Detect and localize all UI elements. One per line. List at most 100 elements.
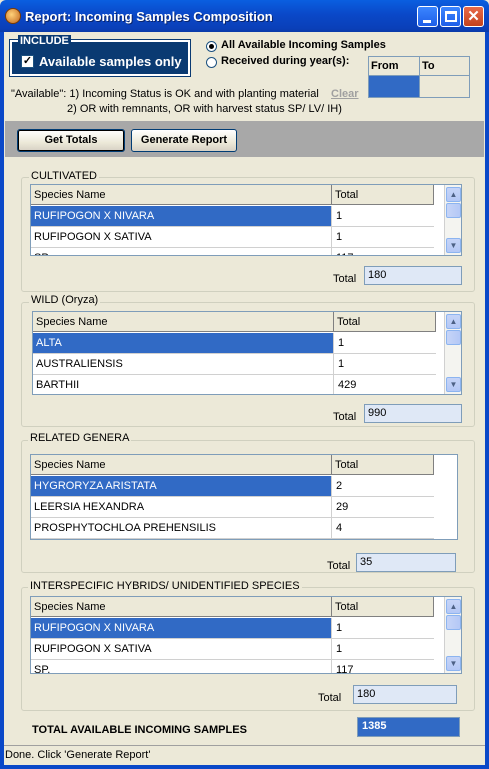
cultivated-total-label: Total bbox=[333, 273, 357, 285]
table-row[interactable]: ALTA 1 bbox=[33, 333, 436, 354]
close-icon: ✕ bbox=[467, 8, 480, 25]
species-cell: SP. bbox=[31, 660, 332, 673]
total-cell: 1 bbox=[336, 643, 343, 655]
years-radio[interactable] bbox=[206, 57, 217, 68]
total-cell: 429 bbox=[338, 379, 357, 391]
table-row[interactable]: LEERSIA HEXANDRA 29 bbox=[31, 497, 434, 518]
wild-scrollbar[interactable]: ▲ ▼ bbox=[444, 312, 461, 394]
scroll-down-icon[interactable]: ▼ bbox=[446, 656, 461, 671]
maximize-icon bbox=[445, 11, 457, 22]
to-header: To bbox=[420, 57, 469, 76]
status-bar: Done. Click 'Generate Report' bbox=[4, 745, 485, 765]
minimize-icon bbox=[423, 20, 431, 23]
scroll-thumb[interactable] bbox=[446, 615, 461, 630]
cultivated-total-value: 180 bbox=[364, 266, 462, 285]
scroll-up-icon[interactable]: ▲ bbox=[446, 599, 461, 614]
scroll-up-icon[interactable]: ▲ bbox=[446, 314, 461, 329]
total-cell: 2 bbox=[336, 480, 343, 492]
total-cell: 1 bbox=[338, 358, 345, 370]
year-range-table: From To bbox=[368, 56, 470, 98]
hybrids-total-label: Total bbox=[318, 692, 342, 704]
species-cell: RUFIPOGON X NIVARA bbox=[31, 206, 332, 226]
scroll-up-icon[interactable]: ▲ bbox=[446, 187, 461, 202]
scroll-down-icon[interactable]: ▼ bbox=[446, 238, 461, 253]
species-cell: LEERSIA HEXANDRA bbox=[31, 497, 332, 517]
species-column-header[interactable]: Species Name bbox=[33, 312, 334, 332]
wild-grid[interactable]: Species Name Total ALTA 1 AUSTRALIENSIS … bbox=[32, 311, 462, 395]
table-row[interactable]: HYGRORYZA ARISTATA 2 bbox=[31, 476, 434, 497]
table-row[interactable]: RUFIPOGON X SATIVA 1 bbox=[31, 227, 434, 248]
total-cell: 4 bbox=[336, 522, 343, 534]
app-icon bbox=[5, 8, 21, 24]
hybrids-title: INTERSPECIFIC HYBRIDS/ UNIDENTIFIED SPEC… bbox=[28, 580, 302, 592]
available-only-label[interactable]: Available samples only bbox=[39, 54, 182, 69]
total-column-header[interactable]: Total bbox=[334, 312, 436, 332]
related-genera-grid[interactable]: Species Name Total HYGRORYZA ARISTATA 2 … bbox=[30, 454, 458, 540]
availability-note-line2: 2) OR with remnants, OR with harvest sta… bbox=[67, 103, 342, 115]
hybrids-scrollbar[interactable]: ▲ ▼ bbox=[444, 597, 461, 673]
species-cell: PROSPHYTOCHLOA PREHENSILIS bbox=[31, 518, 332, 538]
species-column-header[interactable]: Species Name bbox=[31, 185, 332, 205]
close-button[interactable]: ✕ bbox=[463, 6, 484, 27]
total-cell: 117 bbox=[332, 248, 358, 255]
total-cell: 1 bbox=[338, 337, 345, 349]
wild-total-label: Total bbox=[333, 411, 357, 423]
total-cell: 1 bbox=[336, 231, 343, 243]
include-legend: INCLUDE bbox=[18, 35, 71, 47]
species-cell: SP. bbox=[31, 248, 332, 255]
title-bar: Report: Incoming Samples Composition ✕ bbox=[0, 0, 489, 32]
scroll-thumb[interactable] bbox=[446, 330, 461, 345]
table-row[interactable]: RUFIPOGON X SATIVA 1 bbox=[31, 639, 434, 660]
maximize-button[interactable] bbox=[440, 6, 461, 27]
cultivated-title: CULTIVATED bbox=[29, 170, 100, 182]
table-row[interactable]: SP. 117 bbox=[31, 248, 434, 255]
table-row[interactable]: BARTHII 429 bbox=[33, 375, 436, 394]
availability-note-line1: "Available": 1) Incoming Status is OK an… bbox=[11, 88, 319, 100]
grand-total-value: 1385 bbox=[357, 717, 460, 737]
all-samples-label[interactable]: All Available Incoming Samples bbox=[221, 39, 386, 51]
related-genera-total-value: 35 bbox=[356, 553, 456, 572]
total-cell: 117 bbox=[336, 664, 354, 674]
wild-total-value: 990 bbox=[364, 404, 462, 423]
species-cell: AUSTRALIENSIS bbox=[33, 354, 334, 374]
cultivated-scrollbar[interactable]: ▲ ▼ bbox=[444, 185, 461, 255]
species-cell: ALTA bbox=[33, 333, 334, 353]
table-row[interactable]: RUFIPOGON X NIVARA 1 bbox=[31, 618, 434, 639]
get-totals-button[interactable]: Get Totals bbox=[17, 129, 125, 152]
wild-title: WILD (Oryza) bbox=[29, 294, 101, 306]
minimize-button[interactable] bbox=[417, 6, 438, 27]
clear-link[interactable]: Clear bbox=[331, 88, 359, 100]
species-column-header[interactable]: Species Name bbox=[31, 455, 332, 475]
total-column-header[interactable]: Total bbox=[332, 597, 434, 617]
species-cell: HYGRORYZA ARISTATA bbox=[31, 476, 332, 496]
scroll-thumb[interactable] bbox=[446, 203, 461, 218]
species-cell: RUFIPOGON X SATIVA bbox=[31, 227, 332, 247]
table-row[interactable]: SP. 117 bbox=[31, 660, 434, 674]
to-year-cell[interactable] bbox=[420, 76, 469, 97]
table-row[interactable]: AUSTRALIENSIS 1 bbox=[33, 354, 436, 375]
all-samples-radio[interactable] bbox=[206, 41, 217, 52]
total-column-header[interactable]: Total bbox=[332, 455, 434, 475]
from-year-cell[interactable] bbox=[369, 76, 420, 97]
available-only-checkbox[interactable]: ✓ bbox=[21, 55, 34, 68]
hybrids-grid[interactable]: Species Name Total RUFIPOGON X NIVARA 1 … bbox=[30, 596, 462, 674]
related-genera-title: RELATED GENERA bbox=[28, 432, 132, 444]
scroll-down-icon[interactable]: ▼ bbox=[446, 377, 461, 392]
generate-report-button[interactable]: Generate Report bbox=[131, 129, 237, 152]
table-row[interactable]: PROSPHYTOCHLOA PREHENSILIS 4 bbox=[31, 518, 434, 539]
total-column-header[interactable]: Total bbox=[332, 185, 434, 205]
cultivated-grid[interactable]: Species Name Total RUFIPOGON X NIVARA 1 … bbox=[30, 184, 462, 256]
total-cell: 1 bbox=[336, 210, 343, 222]
years-label[interactable]: Received during year(s): bbox=[221, 55, 349, 67]
species-cell: BARTHII bbox=[33, 375, 334, 394]
grand-total-label: TOTAL AVAILABLE INCOMING SAMPLES bbox=[32, 724, 247, 736]
from-header: From bbox=[369, 57, 420, 76]
window-title: Report: Incoming Samples Composition bbox=[25, 9, 273, 24]
species-cell: RUFIPOGON X NIVARA bbox=[31, 618, 332, 638]
window-border-right bbox=[485, 32, 489, 769]
table-row[interactable]: RUFIPOGON X NIVARA 1 bbox=[31, 206, 434, 227]
species-column-header[interactable]: Species Name bbox=[31, 597, 332, 617]
species-cell: RUFIPOGON X SATIVA bbox=[31, 639, 332, 659]
related-genera-total-label: Total bbox=[327, 560, 351, 572]
hybrids-total-value: 180 bbox=[353, 685, 457, 704]
